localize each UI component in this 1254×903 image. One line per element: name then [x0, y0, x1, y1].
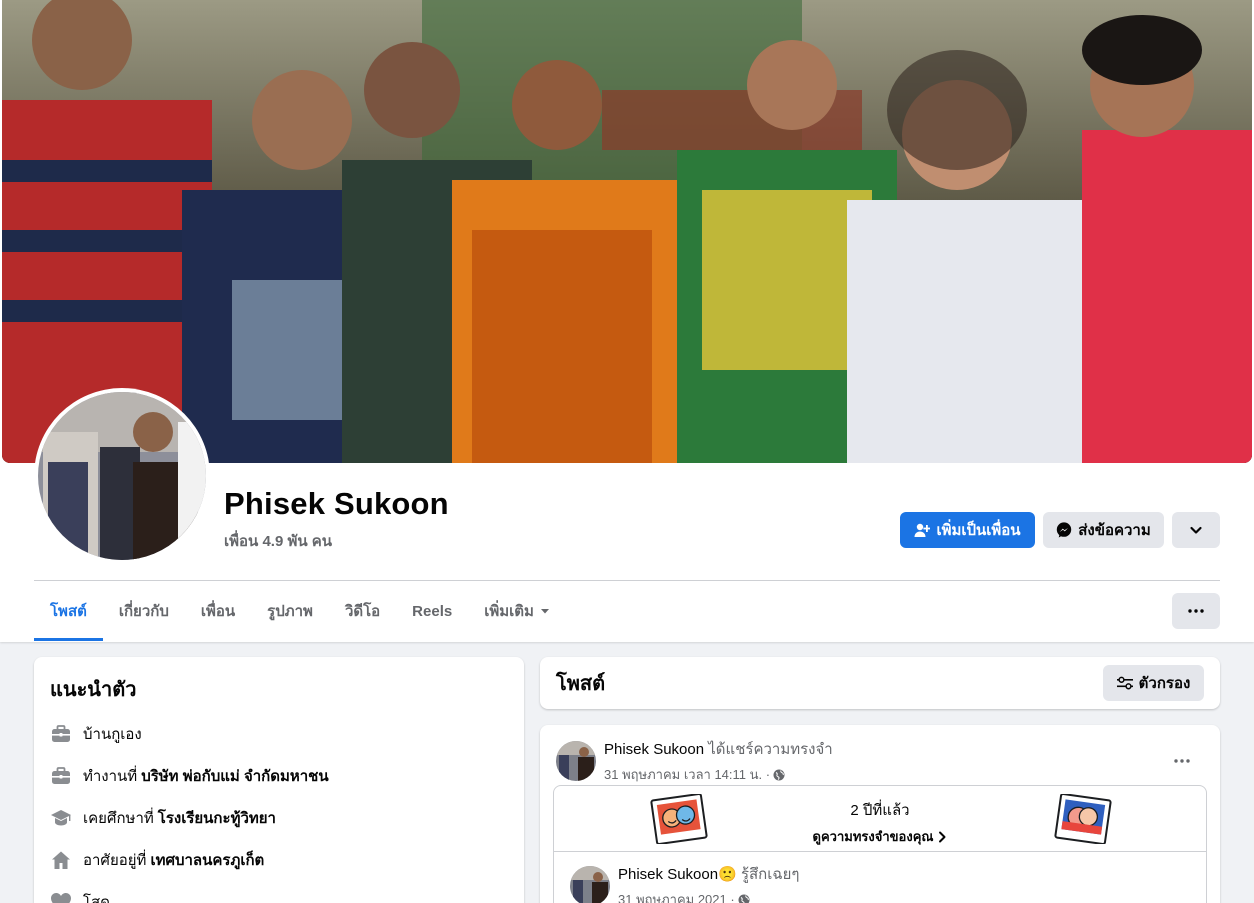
- profile-avatar[interactable]: [34, 388, 210, 564]
- intro-item-location: อาศัยอยู่ที่ เทศบาลนครภูเก็ต: [50, 839, 508, 881]
- profile-header: Phisek Sukoon เพื่อน 4.9 พัน คน เพิ่มเป็…: [0, 0, 1254, 642]
- messenger-icon: [1056, 522, 1072, 538]
- shared-post-author[interactable]: Phisek Sukoon: [618, 866, 718, 883]
- post-options-button[interactable]: [1164, 743, 1200, 779]
- tab-videos[interactable]: วิดีโอ: [329, 581, 396, 641]
- tab-photos[interactable]: รูปภาพ: [251, 581, 329, 641]
- memory-banner: 2 ปีที่แล้ว ดูความทรงจำของคุณ: [554, 786, 1206, 852]
- briefcase-icon: [50, 765, 72, 787]
- tab-label: เพื่อน: [200, 603, 236, 620]
- tab-more[interactable]: เพิ่มเติม: [468, 581, 566, 641]
- intro-card: แนะนำตัว บ้านกูเอง ทำงานที่ บริษัท พ่อกั…: [34, 657, 524, 903]
- tab-label: รูปภาพ: [267, 603, 313, 620]
- filter-button[interactable]: ตัวกรอง: [1103, 665, 1204, 701]
- filter-label: ตัวกรอง: [1138, 675, 1191, 692]
- see-memories-link[interactable]: ดูความทรงจำของคุณ: [813, 826, 948, 847]
- caret-down-icon: [540, 606, 550, 616]
- add-friend-label: เพิ่มเป็นเพื่อน: [936, 522, 1021, 539]
- shared-post-timestamp[interactable]: 31 พฤษภาคม 2021 ·: [618, 889, 735, 903]
- profile-name: Phisek Sukoon: [224, 486, 449, 521]
- feeling-text: รู้สึกเฉยๆ: [740, 866, 800, 883]
- intro-link-company[interactable]: บริษัท พ่อกับแม่ จำกัดมหาชน: [141, 764, 328, 788]
- shared-post-avatar[interactable]: [570, 866, 610, 903]
- shared-post-preview: Phisek Sukoon🙁 รู้สึกเฉยๆ 31 พฤษภาคม 202…: [554, 852, 1206, 903]
- chevron-right-icon: [937, 831, 947, 843]
- intro-title: แนะนำตัว: [50, 679, 137, 701]
- post-header: Phisek Sukoon ได้แชร์ความทรงจำ 31 พฤษภาค…: [556, 737, 1204, 785]
- heart-icon: [50, 891, 72, 903]
- memory-attachment[interactable]: 2 ปีที่แล้ว ดูความทรงจำของคุณ Phisek Suk…: [553, 785, 1207, 903]
- home-icon: [50, 849, 72, 871]
- intro-item-workplace: ทำงานที่ บริษัท พ่อกับแม่ จำกัดมหาชน: [50, 755, 508, 797]
- post-card: Phisek Sukoon ได้แชร์ความทรงจำ 31 พฤษภาค…: [540, 725, 1220, 903]
- slightly-frowning-emoji: 🙁: [718, 866, 737, 883]
- tabs-more-options-button[interactable]: [1172, 593, 1220, 629]
- message-button[interactable]: ส่งข้อความ: [1043, 512, 1164, 548]
- intro-link-city[interactable]: เทศบาลนครภูเก็ต: [150, 848, 264, 872]
- filter-sliders-icon: [1116, 676, 1133, 690]
- intro-text: โสด: [83, 894, 110, 903]
- tab-posts[interactable]: โพสต์: [34, 581, 103, 641]
- tab-label: เกี่ยวกับ: [118, 603, 169, 620]
- add-friend-icon: [914, 522, 931, 538]
- briefcase-icon: [50, 723, 72, 745]
- posts-header-card: โพสต์ ตัวกรอง: [540, 657, 1220, 709]
- graduation-cap-icon: [50, 807, 72, 829]
- more-dots-icon: [1174, 759, 1190, 763]
- intro-item-relationship: โสด: [50, 881, 508, 903]
- globe-icon: [773, 769, 785, 781]
- globe-icon: [738, 894, 750, 903]
- intro-item-education: เคยศึกษาที่ โรงเรียนกะทู้วิทยา: [50, 797, 508, 839]
- tab-label: เพิ่มเติม: [484, 603, 534, 620]
- chevron-down-icon: [1189, 523, 1203, 537]
- tab-label: Reels: [412, 602, 453, 620]
- posts-title: โพสต์: [556, 673, 606, 695]
- post-author-name[interactable]: Phisek Sukoon: [604, 741, 704, 758]
- intro-link-school[interactable]: โรงเรียนกะทู้วิทยา: [158, 806, 276, 830]
- tab-label: วิดีโอ: [344, 603, 381, 620]
- intro-text: อาศัยอยู่ที่: [83, 852, 147, 869]
- more-dots-icon: [1188, 609, 1204, 613]
- profile-options-button[interactable]: [1172, 512, 1220, 548]
- tab-reels[interactable]: Reels: [396, 581, 468, 641]
- profile-tabs: โพสต์ เกี่ยวกับ เพื่อน รูปภาพ วิดีโอ Ree…: [34, 581, 566, 641]
- couple-illustration-icon: [1054, 792, 1112, 849]
- post-timestamp[interactable]: 31 พฤษภาคม เวลา 14:11 น. ·: [604, 764, 770, 785]
- tab-about[interactable]: เกี่ยวกับ: [103, 581, 185, 641]
- post-action-text: ได้แชร์ความทรงจำ: [708, 741, 833, 758]
- intro-text: เคยศึกษาที่: [83, 810, 154, 827]
- intro-text: บ้านกูเอง: [83, 726, 142, 743]
- intro-text: ทำงานที่: [83, 768, 138, 785]
- post-author-avatar[interactable]: [556, 741, 596, 781]
- tab-friends[interactable]: เพื่อน: [185, 581, 251, 641]
- cover-photo[interactable]: [2, 0, 1252, 463]
- message-label: ส่งข้อความ: [1078, 522, 1151, 539]
- friends-count[interactable]: เพื่อน 4.9 พัน คน: [224, 529, 332, 553]
- see-memories-label: ดูความทรงจำของคุณ: [812, 829, 934, 844]
- tab-label: โพสต์: [50, 603, 87, 620]
- intro-item-workplace-self: บ้านกูเอง: [50, 713, 508, 755]
- add-friend-button[interactable]: เพิ่มเป็นเพื่อน: [900, 512, 1035, 548]
